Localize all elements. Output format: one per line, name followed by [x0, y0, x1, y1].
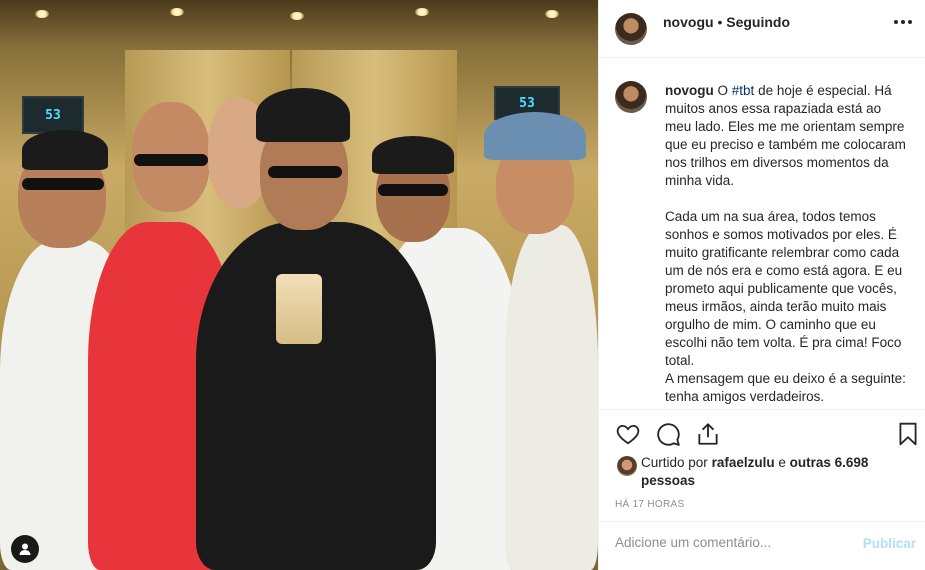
share-icon[interactable]	[695, 421, 721, 447]
comment-box: Publicar	[599, 521, 925, 570]
bookmark-icon[interactable]	[895, 421, 921, 447]
person-cap	[22, 130, 108, 170]
ceiling-light	[545, 10, 559, 18]
comment-input[interactable]	[615, 535, 845, 550]
elevator-ceiling	[0, 0, 598, 50]
post-photo[interactable]: 53 53	[0, 0, 598, 570]
post-header: novogu • Seguindo	[599, 0, 925, 58]
liker-avatar[interactable]	[617, 456, 637, 476]
person-cap	[372, 136, 454, 174]
likes-text: Curtido por rafaelzulu e outras 6.698 pe…	[641, 454, 917, 490]
heart-icon[interactable]	[615, 421, 641, 447]
elevator-floor-display: 53	[22, 96, 84, 134]
caption-text: novogu O #tbt de hoje é especial. Há mui…	[665, 82, 909, 406]
more-options-icon[interactable]	[892, 14, 914, 30]
likes-summary: Curtido por rafaelzulu e outras 6.698 pe…	[617, 454, 917, 490]
caption-username[interactable]: novogu	[665, 83, 714, 98]
sunglasses	[268, 166, 342, 178]
likes-prefix: Curtido por	[641, 455, 708, 470]
caption-body: de hoje é especial. Há muitos anos essa …	[665, 83, 910, 188]
caption-area: novogu O #tbt de hoje é especial. Há mui…	[599, 58, 925, 410]
ceiling-light	[290, 12, 304, 20]
user-tag-icon[interactable]	[11, 535, 39, 563]
ceiling-light	[415, 8, 429, 16]
caption-pre-tag: O	[717, 83, 732, 98]
person-cap	[256, 88, 350, 142]
liker-username[interactable]: rafaelzulu	[712, 455, 775, 470]
person-hat	[484, 112, 586, 160]
caption-avatar[interactable]	[615, 81, 647, 113]
hashtag-link[interactable]: #tbt	[732, 83, 755, 98]
author-avatar[interactable]	[615, 13, 647, 45]
post-sidebar: novogu • Seguindo novogu O #tbt de hoje …	[598, 0, 925, 570]
follow-status[interactable]: Seguindo	[726, 14, 790, 30]
sunglasses	[22, 178, 104, 190]
publish-button[interactable]: Publicar	[863, 536, 916, 551]
action-bar	[599, 410, 925, 458]
likes-conjunction: e	[778, 455, 786, 470]
sunglasses	[134, 154, 208, 166]
phone	[276, 274, 322, 344]
post-timestamp[interactable]: HÁ 17 HORAS	[615, 499, 684, 510]
person-white-shirt	[505, 225, 598, 570]
ceiling-light	[35, 10, 49, 18]
caption-paragraph: novogu O #tbt de hoje é especial. Há mui…	[665, 82, 909, 190]
caption-paragraph: A mensagem que eu deixo é a seguinte: te…	[665, 371, 910, 404]
comment-icon[interactable]	[655, 421, 681, 447]
ceiling-light	[170, 8, 184, 16]
sunglasses	[378, 184, 448, 196]
author-line: novogu • Seguindo	[663, 14, 790, 30]
separator: •	[717, 14, 723, 30]
caption-paragraph: Cada um na sua área, todos temos sonhos …	[665, 209, 906, 368]
author-username[interactable]: novogu	[663, 14, 714, 30]
